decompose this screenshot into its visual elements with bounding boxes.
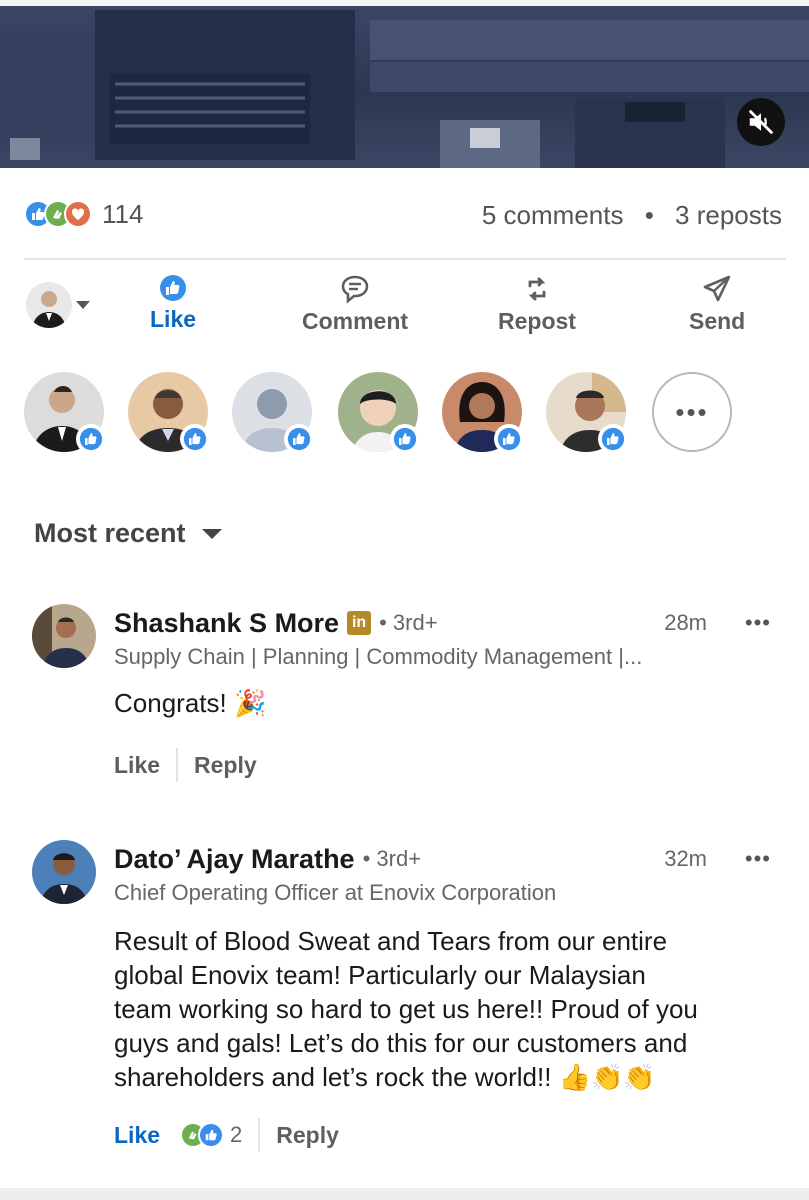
reactor-avatar[interactable] (128, 372, 210, 454)
repost-button[interactable]: Repost (498, 274, 576, 335)
reactor-avatar[interactable] (338, 372, 420, 454)
comment-item: Shashank S More in • 3rd+ 28m ••• Supply… (0, 604, 809, 794)
comment-like-button[interactable]: Like (114, 1122, 160, 1149)
comment-reactions[interactable]: 2 (180, 1122, 242, 1148)
repost-icon (528, 277, 546, 301)
comment-line: team working so hard to get us here!! Pr… (114, 994, 698, 1024)
comment-more-button[interactable]: ••• (745, 610, 771, 636)
comment-icon (341, 275, 369, 304)
send-icon (703, 275, 731, 302)
stats-divider (24, 258, 786, 260)
linkedin-premium-icon: in (347, 611, 372, 635)
reactions-summary[interactable]: 114 (24, 196, 143, 232)
comment-timestamp: 32m (664, 846, 707, 871)
stats-separator: • (644, 200, 654, 230)
comment-reaction-count: 2 (230, 1122, 243, 1147)
reactor-avatar[interactable] (546, 372, 628, 454)
speaker-muted-icon (748, 109, 774, 135)
video-frame (0, 10, 809, 168)
commenter-headline: Chief Operating Officer at Enovix Corpor… (114, 880, 557, 905)
caret-down-icon (201, 528, 222, 539)
love-reaction-icon (64, 200, 92, 228)
comment-like-button[interactable]: Like (114, 752, 160, 779)
connection-degree: • 3rd+ (379, 610, 438, 635)
reactor-avatar[interactable] (232, 372, 314, 454)
comment-reply-button[interactable]: Reply (276, 1122, 339, 1149)
reactors-row: ••• (24, 372, 804, 456)
like-badge-icon (180, 424, 210, 454)
send-label: Send (689, 308, 746, 334)
comment-text: Congrats! 🎉 (114, 688, 267, 718)
chevron-down-icon (76, 301, 90, 309)
comment-text: Result of Blood Sweat and Tears from our… (114, 924, 698, 1094)
send-button[interactable]: Send (689, 274, 745, 335)
comment-line: shareholders and let’s rock the world!! … (114, 1062, 656, 1092)
comment-item: Dato’ Ajay Marathe • 3rd+ 32m ••• Chief … (0, 840, 809, 1180)
post-video[interactable] (0, 0, 809, 168)
comments-count[interactable]: 5 comments (482, 200, 624, 230)
mute-button[interactable] (737, 98, 785, 146)
like-label: Like (150, 306, 197, 332)
social-counts: 114 5 comments • 3 reposts (24, 196, 786, 236)
connection-degree: • 3rd+ (362, 846, 422, 871)
thumbs-up-icon (160, 275, 187, 301)
commenter-headline: Supply Chain | Planning | Commodity Mana… (114, 644, 643, 669)
commenter-name[interactable]: Dato’ Ajay Marathe (114, 844, 355, 875)
like-badge-icon (494, 424, 524, 454)
commenter-avatar[interactable] (32, 840, 96, 904)
repost-label: Repost (498, 308, 576, 334)
commenter-name[interactable]: Shashank S More (114, 608, 339, 639)
more-reactors-button[interactable]: ••• (652, 372, 732, 452)
actor-switcher[interactable] (26, 282, 90, 328)
like-reaction-icon (198, 1122, 225, 1148)
reposts-count[interactable]: 3 reposts (675, 200, 782, 230)
like-badge-icon (390, 424, 420, 454)
like-badge-icon (76, 424, 106, 454)
comment-more-button[interactable]: ••• (745, 846, 771, 872)
comment-timestamp: 28m (664, 610, 707, 635)
footer-divider (258, 1118, 261, 1152)
comment-line: Result of Blood Sweat and Tears from our… (114, 926, 668, 956)
footer-divider (176, 748, 179, 782)
reactor-avatar[interactable] (24, 372, 106, 454)
like-button[interactable]: Like (150, 274, 196, 333)
comment-line: guys and gals! Let’s do this for our cus… (114, 1028, 688, 1058)
bottom-edge (0, 1188, 809, 1200)
comment-sort-dropdown[interactable]: Most recent (34, 518, 222, 549)
commenter-avatar[interactable] (32, 604, 96, 668)
avatar (26, 282, 72, 328)
comment-button[interactable]: Comment (302, 274, 408, 335)
like-badge-icon (598, 424, 628, 454)
reaction-count[interactable]: 114 (102, 199, 143, 230)
comment-line: global Enovix team! Particularly our Mal… (114, 960, 646, 990)
like-badge-icon (284, 424, 314, 454)
comment-reply-button[interactable]: Reply (194, 752, 257, 779)
reactor-avatar[interactable] (442, 372, 524, 454)
action-bar: Like Comment Repost Send (0, 270, 809, 340)
sort-label: Most recent (34, 518, 186, 548)
comment-label: Comment (302, 308, 409, 334)
